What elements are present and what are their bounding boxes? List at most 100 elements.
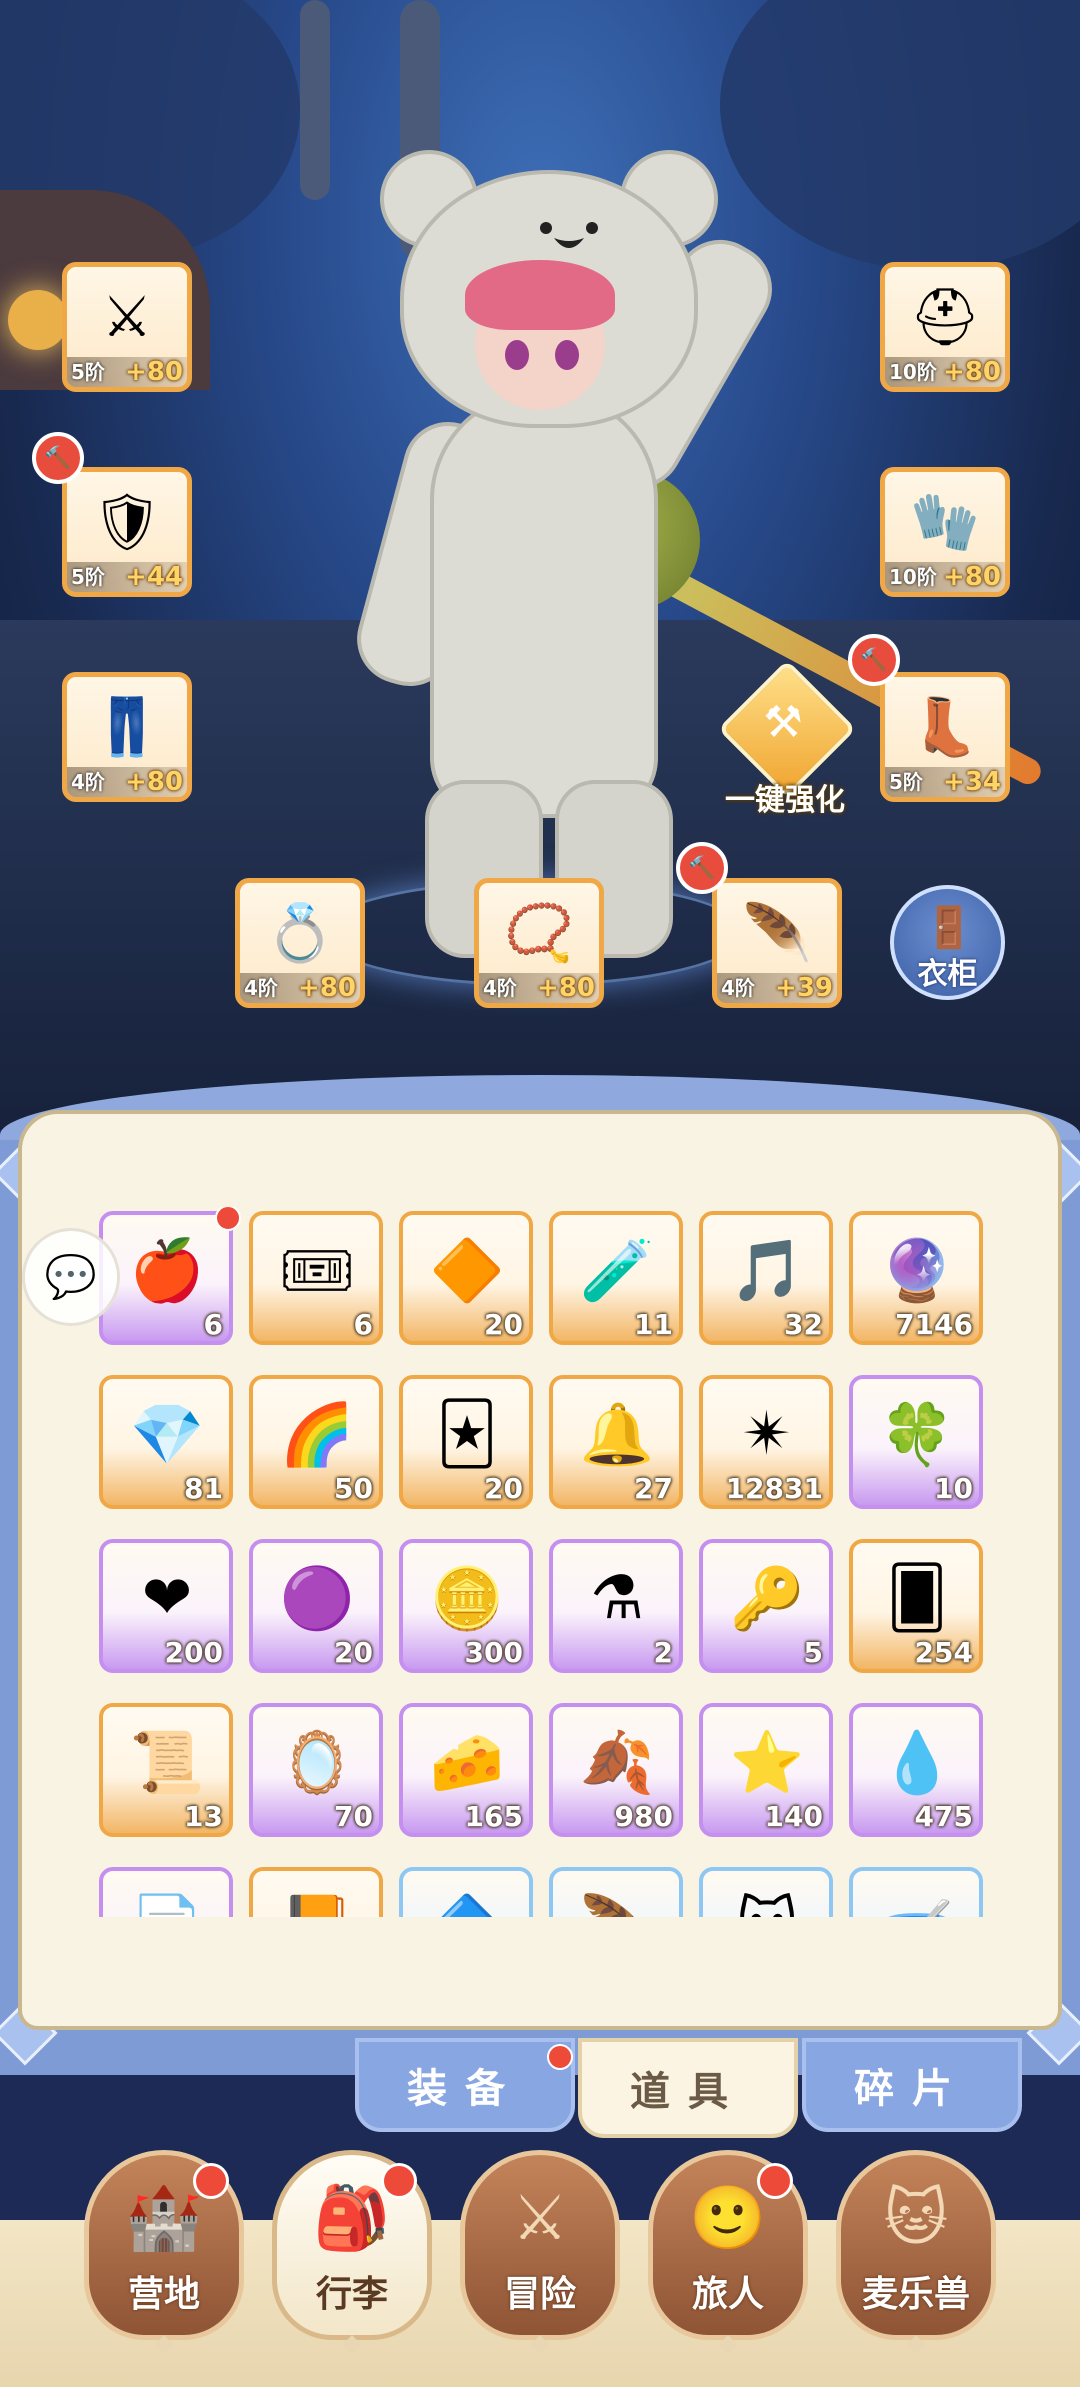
- blue-slime-icon: 💧: [879, 1727, 955, 1798]
- inventory-item[interactable]: 🃏 20: [399, 1375, 533, 1509]
- nav-cat-pet[interactable]: 🐱 麦乐兽: [836, 2150, 996, 2340]
- inventory-item[interactable]: 🔮 7146: [849, 1211, 983, 1345]
- tab-1[interactable]: 道具: [578, 2038, 798, 2138]
- item-count: 6: [353, 1308, 373, 1341]
- inventory-item[interactable]: 🔑 5: [699, 1539, 833, 1673]
- cat-mirror-icon: 🪞: [279, 1727, 355, 1798]
- armor-icon: 🛡: [91, 490, 163, 555]
- slot-bonus: +80: [537, 973, 595, 1003]
- inventory-item[interactable]: 🟣 20: [249, 1539, 383, 1673]
- equip-slot-weapon[interactable]: ⚔ 5阶 +80: [62, 262, 192, 392]
- inventory-item[interactable]: 🪶: [549, 1867, 683, 1917]
- inventory-item[interactable]: 🌈 50: [249, 1375, 383, 1509]
- inventory-item[interactable]: 🍂 980: [549, 1703, 683, 1837]
- gold-card-icon: 📜: [129, 1727, 205, 1798]
- right-eye: [555, 340, 579, 370]
- necklace-icon: 📿: [504, 901, 574, 966]
- earring-icon: 🪶: [742, 901, 812, 966]
- inventory-item[interactable]: 📄: [99, 1867, 233, 1917]
- nav-traveler[interactable]: 🙂 旅人: [648, 2150, 808, 2340]
- inventory-item[interactable]: 🂠 254: [849, 1539, 983, 1673]
- item-count: 10: [934, 1472, 973, 1505]
- inventory-item[interactable]: 📙: [249, 1867, 383, 1917]
- crossed-swords-icon: ⚔: [512, 2181, 568, 2254]
- nav-crossed-swords[interactable]: ⚔ 冒险: [460, 2150, 620, 2340]
- inventory-item[interactable]: 🍀 10: [849, 1375, 983, 1509]
- inventory-item[interactable]: 💎 81: [99, 1375, 233, 1509]
- scroll-icon: 📄: [119, 1881, 215, 1918]
- item-count: 475: [914, 1800, 973, 1833]
- equip-slot-earring[interactable]: 🪶 4阶 +39: [712, 878, 842, 1008]
- nav-label: 冒险: [503, 2274, 576, 2315]
- halberd-icon: ⚔: [101, 284, 153, 350]
- inventory-item[interactable]: 📜 13: [99, 1703, 233, 1837]
- tab-0[interactable]: 装备: [355, 2038, 575, 2132]
- inventory-item[interactable]: ✴ 12831: [699, 1375, 833, 1509]
- inventory-item[interactable]: 🎟 6: [249, 1211, 383, 1345]
- item-count: 7146: [895, 1308, 973, 1341]
- inventory-grid[interactable]: 🍎 6 🎟 6 🔶 20 🧪 11 🎵 32 🔮 7146 💎 81 🌈 50 🃏 20 🔔 27…: [95, 1207, 995, 1917]
- inventory-item[interactable]: ❤ 200: [99, 1539, 233, 1673]
- item-count: 2: [653, 1636, 673, 1669]
- nav-label: 营地: [127, 2274, 200, 2315]
- outfit-card-icon: 🃏: [436, 1399, 498, 1469]
- inventory-item[interactable]: 🎵 32: [699, 1211, 833, 1345]
- gold-key-icon: 🔑: [729, 1563, 805, 1634]
- inventory-item[interactable]: 🔔 27: [549, 1375, 683, 1509]
- nav-backpack[interactable]: 🎒 行李: [272, 2150, 432, 2340]
- player-character[interactable]: [346, 150, 1046, 960]
- equip-slot-necklace[interactable]: 📿 4阶 +80: [474, 878, 604, 1008]
- inventory-item[interactable]: 🧪 11: [549, 1211, 683, 1345]
- tab-label: 道具: [630, 2069, 746, 2115]
- ticket-icon: 🎟: [278, 1235, 356, 1306]
- item-count: 200: [164, 1636, 223, 1669]
- slot-tier: 5阶: [71, 565, 105, 589]
- chat-bubble-icon[interactable]: 💬: [22, 1228, 120, 1326]
- inventory-item[interactable]: 🐱: [699, 1867, 833, 1917]
- slot-tier: 5阶: [889, 770, 923, 794]
- inventory-item[interactable]: ⭐ 140: [699, 1703, 833, 1837]
- tab-notification-dot: [547, 2044, 573, 2070]
- nav-castle[interactable]: 🏰 营地: [84, 2150, 244, 2340]
- slot-tier: 10阶: [889, 565, 937, 589]
- item-count: 32: [784, 1308, 823, 1341]
- pants-icon: 👖: [92, 695, 162, 760]
- inventory-item[interactable]: ⚗ 2: [549, 1539, 683, 1673]
- equip-slot-helmet[interactable]: ⛑ 10阶 +80: [880, 262, 1010, 392]
- tab-2[interactable]: 碎片: [802, 2038, 1022, 2132]
- lyre-icon: 🎵: [729, 1235, 805, 1306]
- item-count: 50: [334, 1472, 373, 1505]
- equip-slot-ring[interactable]: 💍 4阶 +80: [235, 878, 365, 1008]
- tree-trunk: [300, 0, 330, 200]
- equip-slot-boots[interactable]: 👢 5阶 +34: [880, 672, 1010, 802]
- slot-bonus: +80: [298, 973, 356, 1003]
- nav-label: 麦乐兽: [861, 2274, 970, 2315]
- inventory-item[interactable]: 🧀 165: [399, 1703, 533, 1837]
- blue-card-icon: 🂠: [886, 1563, 948, 1633]
- inventory-item[interactable]: 🪞 70: [249, 1703, 383, 1837]
- inventory-item[interactable]: 🪙 300: [399, 1539, 533, 1673]
- amber-gem-icon: 🔶: [429, 1235, 505, 1306]
- one-click-enhance-button[interactable]: ⚒ 一键强化: [700, 659, 860, 820]
- new-item-dot: [215, 1207, 241, 1231]
- inventory-item[interactable]: 🥣: [849, 1867, 983, 1917]
- equip-slot-pants[interactable]: 👖 4阶 +80: [62, 672, 192, 802]
- item-count: 27: [634, 1472, 673, 1505]
- nav-label: 旅人: [691, 2274, 764, 2315]
- inventory-item[interactable]: 🔶 20: [399, 1211, 533, 1345]
- wardrobe-button[interactable]: 🚪 衣柜: [890, 885, 1005, 1000]
- wardrobe-label: 衣柜: [917, 957, 978, 992]
- slot-tier: 10阶: [889, 360, 937, 384]
- equip-slot-gloves[interactable]: 🧤 10阶 +80: [880, 467, 1010, 597]
- nav-notification-dot: [381, 2163, 417, 2199]
- inventory-item[interactable]: 🔷: [399, 1867, 533, 1917]
- inventory-item[interactable]: 💧 475: [849, 1703, 983, 1837]
- item-count: 12831: [725, 1472, 823, 1505]
- left-eye: [505, 340, 529, 370]
- bowl-icon: 🥣: [869, 1881, 965, 1918]
- purple-gem-icon: 🟣: [279, 1563, 355, 1634]
- item-count: 70: [334, 1800, 373, 1833]
- apple-icon: 🍎: [129, 1235, 205, 1306]
- equip-slot-armor[interactable]: 🛡 5阶 +44: [62, 467, 192, 597]
- portal-orb-icon: 🔮: [879, 1235, 955, 1306]
